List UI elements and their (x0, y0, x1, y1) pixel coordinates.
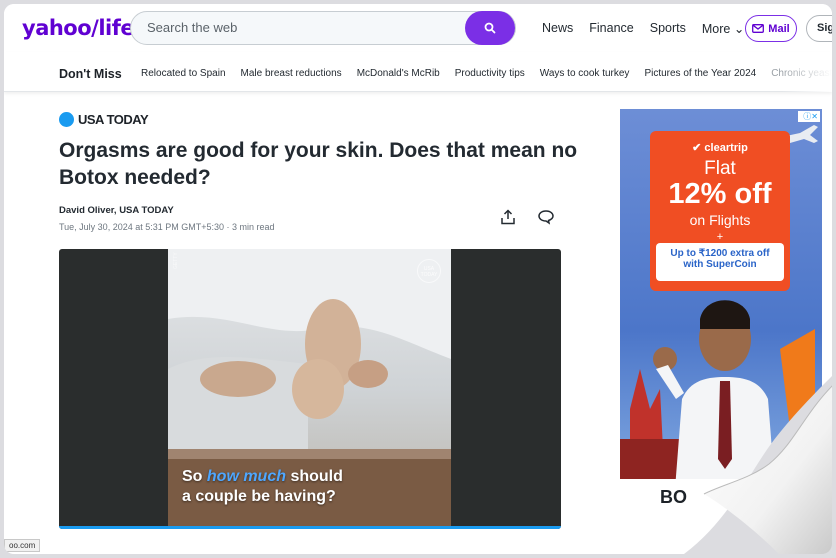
article-source[interactable]: USA TODAY (59, 112, 149, 127)
dont-miss-link[interactable]: Relocated to Spain (141, 68, 226, 79)
nav-sports[interactable]: Sports (650, 21, 686, 36)
mail-icon (752, 24, 765, 33)
browser-page: yahoo/life News Finance Sports More ⌄ Ma… (4, 4, 832, 554)
getty-watermark: GETTY (173, 252, 179, 269)
ad-offer-card: ✔ cleartrip Flat 12% off on Flights + Up… (650, 131, 790, 291)
dont-miss-title: Don't Miss (59, 67, 122, 81)
comment-icon[interactable] (537, 209, 555, 225)
dont-miss-link[interactable]: McDonald's McRib (357, 68, 440, 79)
ad-brand-label: cleartrip (704, 142, 748, 154)
nav-finance[interactable]: Finance (589, 21, 633, 36)
usa-today-logo-text: USA TODAY (78, 112, 149, 127)
dont-miss-link[interactable]: Ways to cook turkey (540, 68, 630, 79)
ad-pill-line-2: with SuperCoin (683, 259, 757, 270)
sign-in-button[interactable]: Sig (806, 15, 832, 42)
dont-miss-link[interactable]: Productivity tips (455, 68, 525, 79)
status-url: oo.com (4, 539, 41, 552)
mail-label: Mail (768, 22, 790, 35)
page-curl-overlay (684, 376, 832, 554)
dont-miss-fade (782, 52, 832, 92)
usa-today-watermark: USA TODAY (417, 259, 441, 283)
caption-line-2: a couple be having? (182, 488, 336, 505)
site-header: yahoo/life News Finance Sports More ⌄ Ma… (4, 4, 832, 52)
caption-mid: should (286, 468, 343, 485)
article-author: David Oliver, USA TODAY (59, 205, 174, 216)
ad-flat: Flat (704, 158, 736, 179)
yahoo-life-logo[interactable]: yahoo/life (22, 16, 135, 40)
video-caption: So how much should a couple be having? (182, 467, 343, 507)
share-icon[interactable] (500, 209, 516, 225)
dont-miss-bar: Don't Miss Relocated to Spain Male breas… (4, 52, 832, 92)
caption-prefix: So (182, 468, 207, 485)
usa-today-logo-dot (59, 112, 74, 127)
search-bar (130, 11, 516, 45)
ad-flights: on Flights (689, 212, 751, 228)
ad-brand: ✔ cleartrip (692, 142, 748, 154)
mail-button[interactable]: Mail (745, 15, 797, 42)
dont-miss-link[interactable]: Pictures of the Year 2024 (644, 68, 756, 79)
ad-pill-line-1: Up to ₹1200 extra off (670, 248, 770, 259)
dont-miss-link[interactable]: Male breast reductions (241, 68, 342, 79)
caption-highlight: how much (206, 468, 286, 485)
nav-news[interactable]: News (542, 21, 573, 36)
video-progress-bar[interactable] (59, 526, 561, 529)
article-meta: Tue, July 30, 2024 at 5:31 PM GMT+5:30 ·… (59, 222, 275, 232)
top-nav: News Finance Sports More ⌄ (542, 21, 760, 36)
article-video[interactable]: GETTY USA TODAY So how much should a cou… (59, 249, 561, 529)
dont-miss-links: Relocated to Spain Male breast reduction… (141, 68, 832, 79)
article-headline: Orgasms are good for your skin. Does tha… (59, 139, 578, 189)
search-icon (484, 22, 496, 34)
ad-plus: + (716, 231, 724, 243)
video-frame: GETTY USA TODAY So how much should a cou… (168, 249, 451, 529)
ad-percent: 12% off (668, 178, 772, 210)
nav-more[interactable]: More ⌄ (702, 21, 744, 36)
search-input[interactable] (147, 20, 447, 35)
ad-supercoin-offer: Up to ₹1200 extra off with SuperCoin (656, 243, 784, 281)
ad-bottom-text: BO (660, 487, 687, 507)
search-button[interactable] (465, 11, 515, 45)
